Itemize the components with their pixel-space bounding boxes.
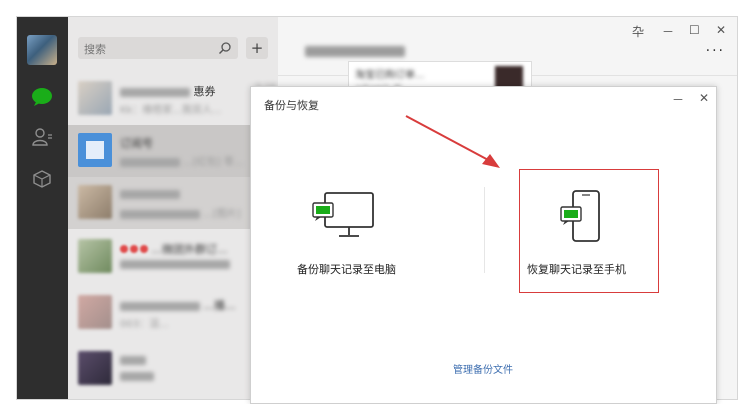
- more-icon[interactable]: ···: [706, 43, 725, 59]
- backup-to-pc-option[interactable]: 备份聊天记录至电脑: [291, 185, 441, 285]
- user-avatar[interactable]: [27, 35, 57, 65]
- search-icon: [219, 42, 231, 54]
- message-line: 淘宝已购订单...: [355, 70, 425, 81]
- chat-item[interactable]: ...[图片]: [68, 177, 278, 229]
- chat-name: ...微团外群订...: [120, 241, 227, 257]
- chat-name: 订阅号: [120, 137, 153, 150]
- manage-backup-link[interactable]: 管理备份文件: [453, 361, 513, 376]
- chat-avatar: [78, 239, 112, 273]
- chat-item[interactable]: ...微团外群订...: [68, 231, 278, 283]
- chat-preview: ...[红包] 零...: [120, 153, 243, 168]
- chat-item[interactable]: 惠券 Kk：维梧家...我双人... 5:28: [68, 73, 278, 125]
- contacts-icon[interactable]: [30, 125, 54, 149]
- backup-to-pc-label: 备份聊天记录至电脑: [297, 263, 396, 276]
- phone-icon: [560, 190, 600, 242]
- chat-preview: 003：沮...: [120, 319, 169, 330]
- option-divider: [484, 187, 485, 273]
- plus-icon: +: [250, 39, 264, 57]
- add-chat-button[interactable]: +: [246, 37, 268, 59]
- chat-list: + 惠券 Kk：维梧家...我双人... 5:28 订阅号 ...[红包] 零.…: [68, 17, 278, 399]
- conversation-title: [305, 41, 405, 60]
- chat-icon[interactable]: [30, 85, 54, 109]
- chat-preview: [120, 259, 230, 270]
- search-box[interactable]: [78, 37, 238, 61]
- chat-avatar: [78, 295, 112, 329]
- nav-sidebar: [17, 17, 68, 399]
- dialog-close-button[interactable]: ✕: [699, 91, 709, 105]
- chat-avatar: [78, 81, 112, 115]
- maximize-button[interactable]: ☐: [689, 23, 700, 37]
- dialog-minimize-button[interactable]: －: [672, 91, 684, 108]
- chat-preview: Kk：维梧家...我双人...: [120, 105, 222, 116]
- chat-preview: ...[图片]: [120, 205, 241, 220]
- chat-avatar: [78, 185, 112, 219]
- chat-name: ...播...: [120, 297, 235, 313]
- pin-icon[interactable]: 卆: [632, 23, 644, 40]
- chat-name: [120, 187, 180, 200]
- annotation-arrow-icon: [405, 115, 500, 168]
- close-button[interactable]: ✕: [716, 23, 726, 37]
- chat-item[interactable]: [68, 343, 278, 395]
- computer-icon: [312, 192, 374, 237]
- search-input[interactable]: [78, 37, 221, 61]
- chat-item[interactable]: 订阅号 ...[红包] 零...: [68, 125, 278, 177]
- minimize-button[interactable]: －: [662, 23, 674, 40]
- chat-avatar: [78, 351, 112, 385]
- chat-name: [120, 353, 146, 366]
- dialog-title: 备份与恢复: [264, 99, 319, 112]
- restore-to-phone-option[interactable]: 恢复聊天记录至手机: [527, 185, 651, 285]
- restore-to-phone-label: 恢复聊天记录至手机: [527, 263, 626, 276]
- favorites-icon[interactable]: [30, 167, 54, 191]
- chat-avatar: [78, 133, 112, 167]
- chat-item[interactable]: ...播... 003：沮...: [68, 287, 278, 339]
- chat-preview: [120, 371, 154, 382]
- chat-name: 惠券: [120, 83, 216, 99]
